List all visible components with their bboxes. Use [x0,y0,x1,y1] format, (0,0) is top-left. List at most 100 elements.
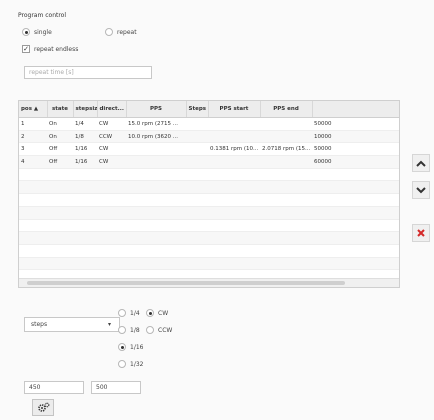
column-header[interactable]: stepsize [73,101,98,118]
table-row[interactable]: 2 On 1/8 CCW 10.0 rpm (3620 ... 10000 [19,130,399,144]
table-cell: 10.0 rpm (3620 ... [126,130,186,144]
delete-row-button[interactable] [412,224,430,242]
table-cell: 1/16 [73,142,97,157]
table-cell [73,219,97,233]
table-cell [186,168,208,182]
mode-repeat-radio[interactable]: repeat [105,28,137,36]
table-row-empty [19,193,399,207]
repeat-endless-checkbox[interactable]: ✓ repeat endless [22,45,78,53]
table-cell: CW [97,117,126,131]
table-cell [260,117,312,131]
table-row-empty [19,219,399,233]
program-table[interactable]: pos ▲statestepsizedirect...PPSStepsPPS s… [18,100,400,288]
column-header[interactable]: pos ▲ [19,101,48,118]
table-cell [47,219,73,233]
column-header[interactable]: Steps [186,101,209,118]
table-row[interactable]: 1 On 1/4 CW 15.0 rpm (2715 ... 50000 [19,117,399,131]
column-header[interactable]: PPS end [260,101,313,118]
column-header[interactable]: PPS [126,101,187,118]
table-cell [260,206,312,220]
stepsize-radio[interactable]: 1/32 [118,360,143,368]
stepsize-label: 1/4 [130,309,140,317]
table-cell [19,257,47,271]
mode-repeat-label: repeat [117,28,137,36]
table-cell [126,257,186,271]
settings-button[interactable] [32,399,54,416]
table-cell [312,206,399,220]
table-cell [208,180,260,195]
table-cell: 1/8 [73,130,97,144]
table-cell: 1/4 [73,117,97,131]
table-cell [208,117,260,131]
table-cell [126,193,186,207]
checkmark-icon: ✓ [22,45,30,53]
table-cell [260,219,312,233]
table-cell [126,142,186,157]
table-row-empty [19,180,399,195]
table-cell: Off [47,142,73,157]
table-cell [126,155,186,169]
table-cell [97,168,126,182]
table-cell [126,180,186,195]
table-cell [186,130,208,144]
table-cell: 50000 [312,142,399,157]
table-cell [186,219,208,233]
table-cell [47,244,73,258]
table-cell [73,206,97,220]
stepsize-radio[interactable]: 1/16 [118,343,143,351]
table-cell [126,219,186,233]
table-cell [73,193,97,207]
table-cell [47,168,73,182]
table-cell [186,244,208,258]
close-icon [417,229,425,237]
table-cell [73,244,97,258]
table-row[interactable]: 3 Off 1/16 CW 0.1381 rpm (10... 2.0718 rpm (1… [19,142,399,157]
direction-ccw-radio[interactable]: CCW [146,326,172,334]
repeat-endless-label: repeat endless [34,45,79,53]
stepsize-label: 1/32 [130,360,144,368]
horizontal-scrollbar[interactable] [19,278,399,287]
chevron-down-icon: ▾ [107,321,111,328]
value-input-1[interactable]: 450 [24,381,84,394]
table-row[interactable]: 4 Off 1/16 CW 60000 [19,155,399,169]
table-cell [47,206,73,220]
stepsize-radio[interactable]: 1/4 [118,309,140,317]
move-down-button[interactable] [412,181,430,199]
table-cell [208,130,260,144]
column-header[interactable]: PPS start [208,101,261,118]
table-cell [186,206,208,220]
stepsize-label: 1/16 [130,343,144,351]
program-control-title: Program control [18,12,67,19]
stepsize-radio[interactable]: 1/8 [118,326,140,334]
column-header[interactable]: direct... [97,101,127,118]
radio-selected-indicator [118,343,126,351]
table-cell: On [47,117,73,131]
repeat-time-input[interactable]: repeat time [s] [24,66,152,79]
table-cell [73,168,97,182]
table-cell [312,168,399,182]
scrollbar-thumb[interactable] [27,281,345,285]
radio-unselected-indicator [146,326,154,334]
table-row-empty [19,168,399,182]
table-cell [312,219,399,233]
gear-icon [37,402,49,412]
column-header[interactable]: state [47,101,74,118]
table-cell: 1/16 [73,155,97,169]
table-cell: 10000 [312,130,399,144]
table-cell [260,193,312,207]
table-cell [312,257,399,271]
table-cell: Off [47,155,73,169]
table-cell [19,193,47,207]
table-row-empty [19,231,399,245]
value-input-2[interactable]: 500 [91,381,141,394]
table-cell [260,155,312,169]
mode-single-radio[interactable]: single [22,28,52,36]
move-up-button[interactable] [412,154,430,172]
table-cell [97,193,126,207]
table-cell [208,231,260,245]
direction-cw-radio[interactable]: CW [146,309,168,317]
unit-select[interactable]: steps ▾ [24,317,120,332]
column-header[interactable] [312,101,399,118]
table-cell [260,168,312,182]
table-cell [73,257,97,271]
